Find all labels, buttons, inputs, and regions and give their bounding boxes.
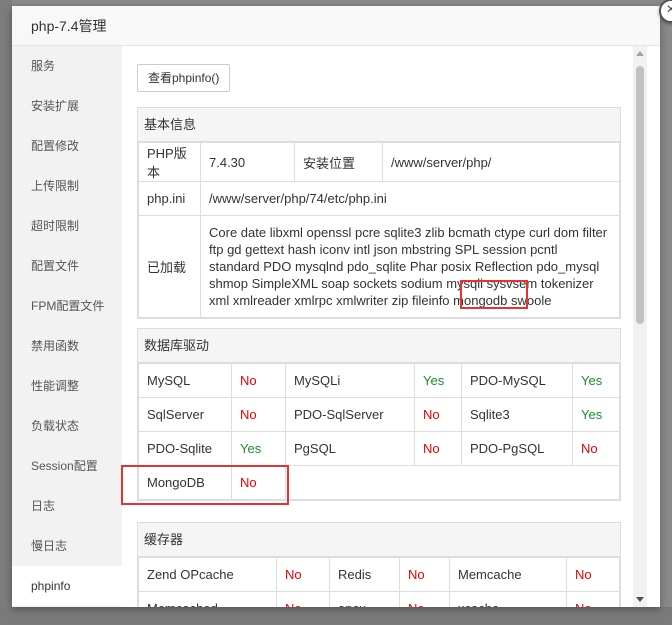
driver-name: PDO-Sqlite	[138, 431, 232, 466]
driver-name: MySQLi	[285, 363, 415, 398]
cache-name: Redis	[329, 557, 400, 592]
table-row: MongoDB No	[138, 465, 620, 500]
cache-status: No	[276, 591, 330, 607]
cache-name: Memcached	[138, 591, 277, 607]
basic-info-title: 基本信息	[138, 108, 620, 142]
sidebar-item-performance[interactable]: 性能调整	[12, 366, 122, 406]
dialog-title: php-7.4管理	[12, 6, 660, 46]
cache-title: 缓存器	[138, 523, 620, 557]
table-row: Zend OPcache No Redis No Memcache No	[138, 557, 620, 592]
driver-name: PgSQL	[285, 431, 415, 466]
cache-name: xcache	[449, 591, 567, 607]
install-path-value: /www/server/php/	[382, 142, 620, 182]
db-drivers-table: MySQL No MySQLi Yes PDO-MySQL Yes SqlSer…	[138, 363, 620, 500]
driver-status: Yes	[572, 397, 620, 432]
close-icon[interactable]: ×	[659, 0, 672, 23]
cache-name: Zend OPcache	[138, 557, 277, 592]
driver-status: Yes	[572, 363, 620, 398]
sidebar-item-timeout-limit[interactable]: 超时限制	[12, 206, 122, 246]
table-row: SqlServer No PDO-SqlServer No Sqlite3 Ye…	[138, 397, 620, 432]
basic-info-table: PHP版本 7.4.30 安装位置 /www/server/php/ php.i…	[138, 142, 620, 318]
cache-status: No	[399, 591, 450, 607]
driver-status: Yes	[414, 363, 462, 398]
cache-table: Zend OPcache No Redis No Memcache No Mem…	[138, 557, 620, 607]
db-drivers-title: 数据库驱动	[138, 329, 620, 363]
empty-cell	[285, 465, 620, 500]
php-version-value: 7.4.30	[200, 142, 295, 182]
driver-status: No	[414, 431, 462, 466]
driver-status: No	[231, 465, 286, 500]
driver-status: Yes	[231, 431, 286, 466]
scroll-thumb[interactable]	[636, 66, 644, 324]
main-content: 查看phpinfo() 基本信息 PHP版本 7.4.30 安装位置 /www/…	[122, 46, 660, 607]
loaded-label: 已加载	[138, 215, 201, 318]
php-version-label: PHP版本	[138, 142, 201, 182]
mongodb-extension: mongodb	[453, 293, 508, 308]
content-scrollbar[interactable]	[633, 46, 647, 607]
driver-name: Sqlite3	[461, 397, 573, 432]
cache-status: No	[566, 557, 620, 592]
sidebar-item-log[interactable]: 日志	[12, 486, 122, 526]
cache-name: Memcache	[449, 557, 567, 592]
loaded-extensions: Core date libxml openssl pcre sqlite3 zl…	[200, 215, 620, 318]
sidebar-item-disabled-functions[interactable]: 禁用函数	[12, 326, 122, 366]
sidebar-item-config-file[interactable]: 配置文件	[12, 246, 122, 286]
sidebar-item-phpinfo[interactable]: phpinfo	[12, 566, 122, 606]
sidebar-item-service[interactable]: 服务	[12, 46, 122, 86]
sidebar-item-config-edit[interactable]: 配置修改	[12, 126, 122, 166]
driver-status: No	[414, 397, 462, 432]
db-drivers-panel: 数据库驱动 MySQL No MySQLi Yes PDO-MySQL Yes …	[137, 328, 621, 501]
background-page	[0, 0, 12, 625]
scroll-down-icon[interactable]	[636, 597, 644, 602]
sidebar-menu: 服务 安装扩展 配置修改 上传限制 超时限制 配置文件 FPM配置文件 禁用函数…	[12, 46, 122, 607]
driver-name: SqlServer	[138, 397, 232, 432]
driver-status: No	[572, 431, 620, 466]
sidebar-item-fpm-config[interactable]: FPM配置文件	[12, 286, 122, 326]
sidebar-item-load-status[interactable]: 负载状态	[12, 406, 122, 446]
sidebar-item-install-extensions[interactable]: 安装扩展	[12, 86, 122, 126]
driver-status: No	[231, 363, 286, 398]
table-row: PDO-Sqlite Yes PgSQL No PDO-PgSQL No	[138, 431, 620, 466]
driver-name: MongoDB	[138, 465, 232, 500]
cache-status: No	[566, 591, 620, 607]
driver-name: PDO-MySQL	[461, 363, 573, 398]
php-manager-dialog: php-7.4管理 × 服务 安装扩展 配置修改 上传限制 超时限制 配置文件 …	[12, 0, 672, 607]
driver-name: PDO-SqlServer	[285, 397, 415, 432]
sidebar-item-slow-log[interactable]: 慢日志	[12, 526, 122, 566]
basic-info-panel: 基本信息 PHP版本 7.4.30 安装位置 /www/server/php/ …	[137, 107, 621, 319]
ini-label: php.ini	[138, 181, 201, 216]
table-row: MySQL No MySQLi Yes PDO-MySQL Yes	[138, 363, 620, 398]
table-row: Memcached No apcu No xcache No	[138, 591, 620, 607]
cache-name: apcu	[329, 591, 400, 607]
background-page-bottom	[0, 607, 672, 625]
scroll-up-icon[interactable]	[636, 51, 644, 56]
sidebar-item-session-config[interactable]: Session配置	[12, 446, 122, 486]
cache-status: No	[276, 557, 330, 592]
driver-name: MySQL	[138, 363, 232, 398]
ini-path-value: /www/server/php/74/etc/php.ini	[200, 181, 620, 216]
driver-name: PDO-PgSQL	[461, 431, 573, 466]
view-phpinfo-button[interactable]: 查看phpinfo()	[137, 64, 231, 92]
cache-panel: 缓存器 Zend OPcache No Redis No Memcache No…	[137, 522, 621, 607]
cache-status: No	[399, 557, 450, 592]
sidebar-item-upload-limit[interactable]: 上传限制	[12, 166, 122, 206]
loaded-extensions-tail: swoole	[507, 293, 552, 308]
driver-status: No	[231, 397, 286, 432]
install-path-label: 安装位置	[294, 142, 383, 182]
